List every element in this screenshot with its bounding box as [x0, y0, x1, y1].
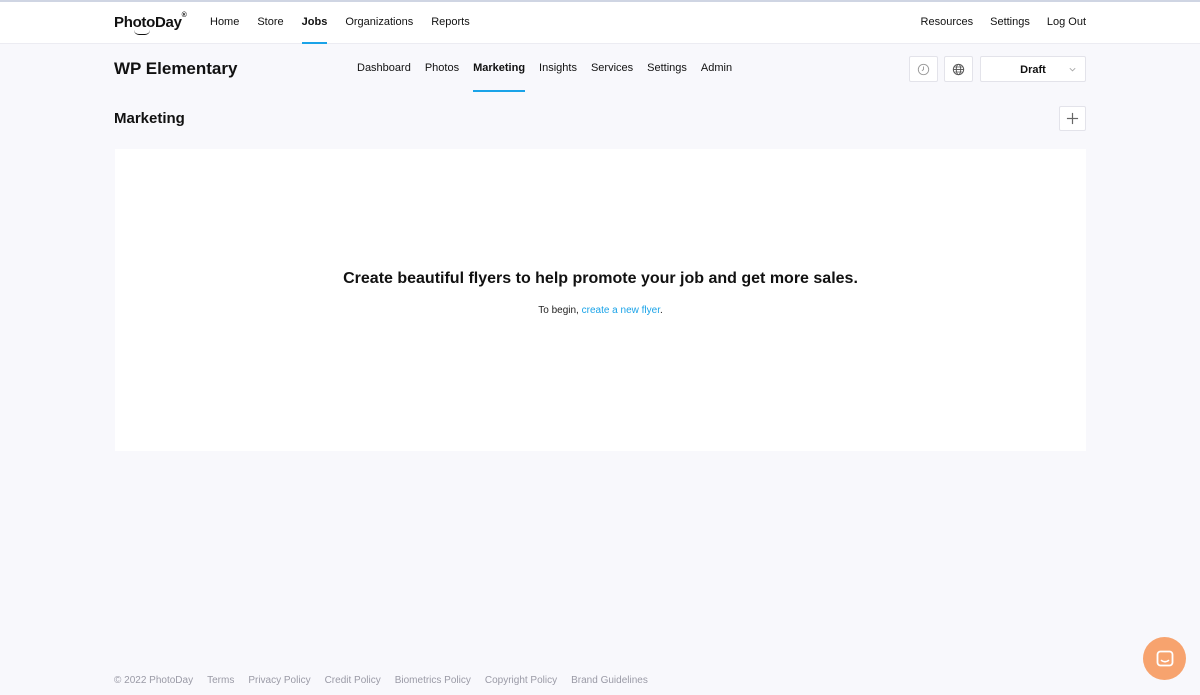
globe-icon — [952, 63, 965, 75]
tab-services[interactable]: Services — [591, 46, 633, 92]
nav-store[interactable]: Store — [257, 2, 283, 44]
nav-logout[interactable]: Log Out — [1047, 2, 1086, 42]
top-navbar: PhotoDay® Home Store Jobs Organizations … — [0, 2, 1200, 44]
tab-insights[interactable]: Insights — [539, 46, 577, 92]
publish-online-button[interactable] — [944, 56, 973, 82]
account-nav: Resources Settings Log Out — [921, 2, 1086, 42]
nav-resources[interactable]: Resources — [921, 2, 974, 42]
footer-terms[interactable]: Terms — [207, 675, 234, 686]
chat-launcher-button[interactable] — [1143, 637, 1186, 680]
tab-dashboard[interactable]: Dashboard — [357, 46, 411, 92]
nav-reports[interactable]: Reports — [431, 2, 470, 44]
nav-settings[interactable]: Settings — [990, 2, 1030, 42]
footer-copyright: © 2022 PhotoDay — [114, 675, 194, 686]
nav-jobs[interactable]: Jobs — [301, 2, 327, 44]
job-tabs: Dashboard Photos Marketing Insights Serv… — [357, 46, 732, 92]
tab-marketing[interactable]: Marketing — [473, 46, 525, 92]
footer-privacy-policy[interactable]: Privacy Policy — [248, 675, 310, 686]
page-title: Marketing — [114, 110, 185, 127]
tab-photos[interactable]: Photos — [425, 46, 459, 92]
history-button[interactable] — [909, 56, 938, 82]
empty-state-headline: Create beautiful flyers to help promote … — [343, 270, 858, 287]
footer-copyright-policy[interactable]: Copyright Policy — [485, 675, 557, 686]
logo-smile-mark — [134, 30, 150, 35]
tab-admin[interactable]: Admin — [701, 46, 732, 92]
add-flyer-button[interactable] — [1059, 106, 1086, 131]
logo-text: PhotoDay — [114, 14, 182, 31]
main-nav: Home Store Jobs Organizations Reports — [210, 2, 470, 44]
chat-icon — [1156, 650, 1173, 666]
photoday-logo[interactable]: PhotoDay® — [114, 12, 187, 35]
marketing-panel: Create beautiful flyers to help promote … — [115, 149, 1086, 451]
footer-credit-policy[interactable]: Credit Policy — [325, 675, 381, 686]
footer: © 2022 PhotoDay Terms Privacy Policy Cre… — [114, 675, 648, 686]
job-status-select[interactable]: Draft — [980, 56, 1086, 82]
empty-state-subtext: To begin, create a new flyer. — [115, 305, 1086, 316]
footer-biometrics-policy[interactable]: Biometrics Policy — [395, 675, 471, 686]
logo-trademark: ® — [181, 12, 187, 19]
empty-state-suffix: . — [659, 305, 663, 316]
empty-state-prefix: To begin, — [538, 305, 582, 316]
footer-brand-guidelines[interactable]: Brand Guidelines — [571, 675, 648, 686]
nav-home[interactable]: Home — [210, 2, 239, 44]
tab-settings[interactable]: Settings — [647, 46, 687, 92]
plus-icon — [1066, 112, 1079, 125]
job-title: WP Elementary — [114, 59, 238, 78]
chevron-down-icon — [1069, 67, 1076, 72]
clock-icon — [917, 63, 930, 75]
nav-organizations[interactable]: Organizations — [345, 2, 413, 44]
create-flyer-link[interactable]: create a new flyer — [582, 305, 660, 316]
